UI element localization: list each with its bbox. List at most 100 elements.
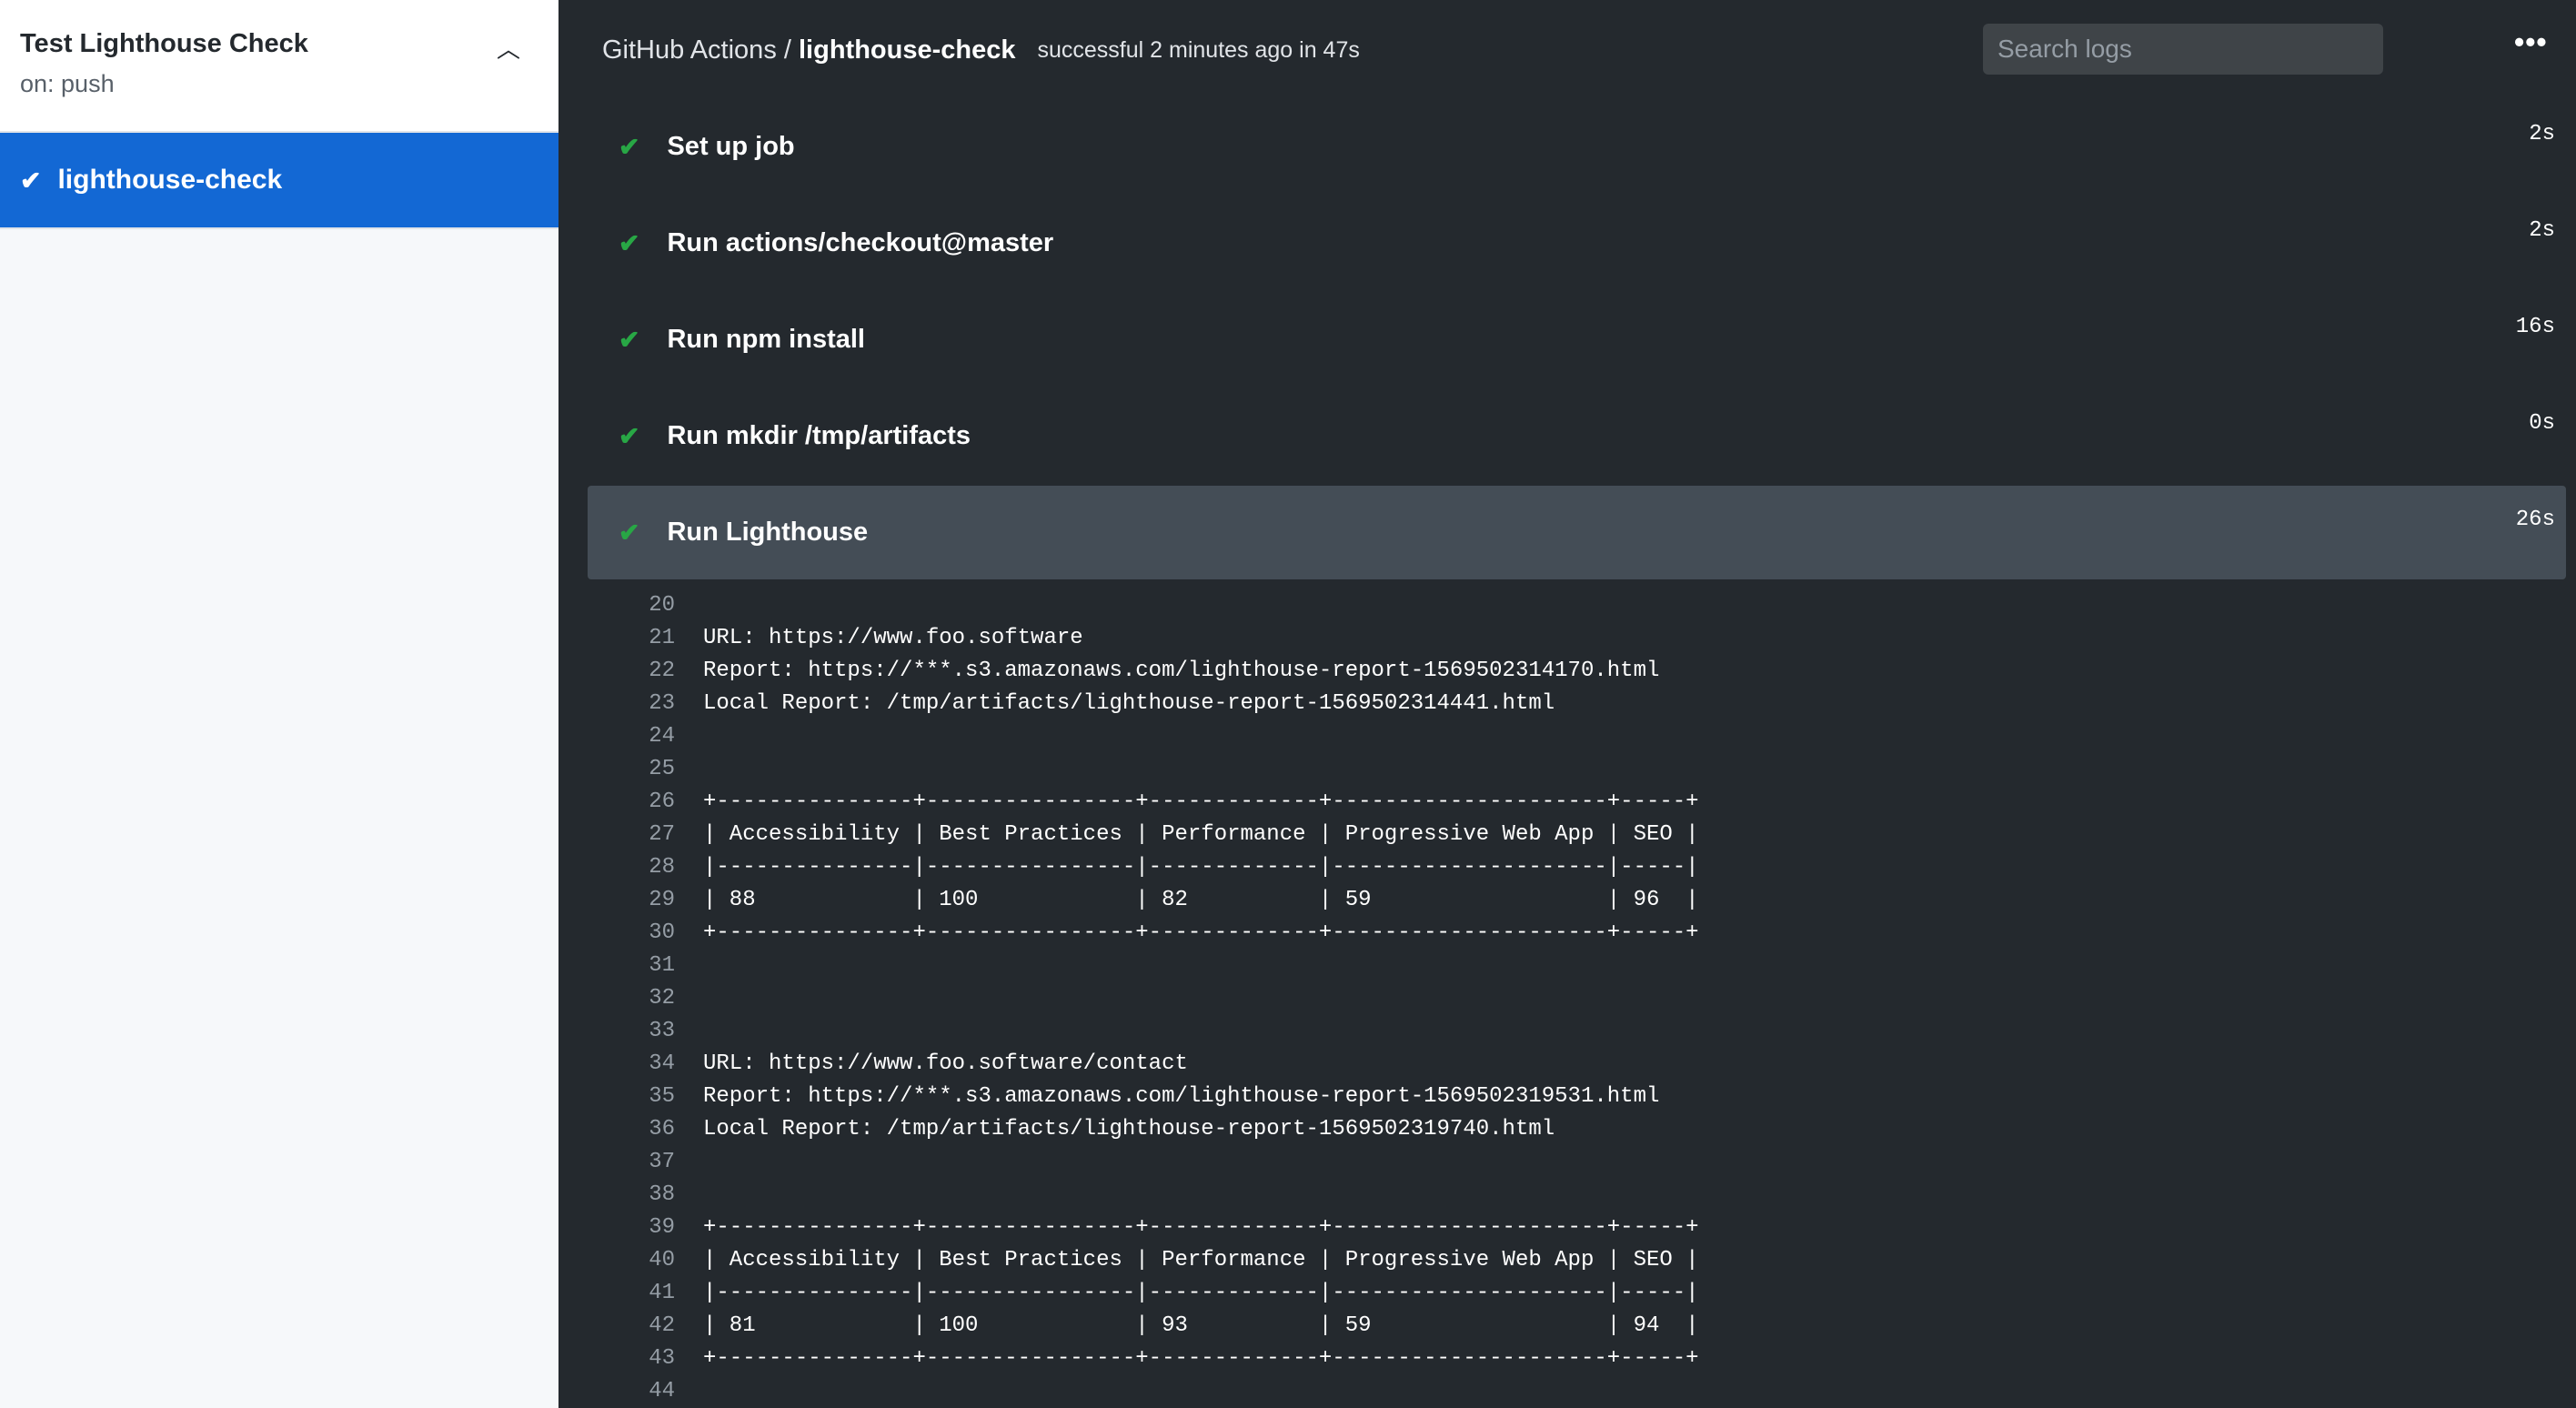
- log-panel: GitHub Actions / lighthouse-check succes…: [558, 0, 2576, 1408]
- step-label: Run Lighthouse: [667, 518, 869, 547]
- log-line: 37: [558, 1146, 1699, 1179]
- line-number[interactable]: 39: [558, 1212, 675, 1244]
- line-number[interactable]: 40: [558, 1244, 675, 1277]
- line-number[interactable]: 32: [558, 982, 675, 1015]
- line-text: +---------------+----------------+------…: [703, 1215, 1699, 1240]
- log-line: 38: [558, 1179, 1699, 1212]
- step-label: Set up job: [667, 132, 795, 161]
- log-line: 22 Report: https://***.s3.amazonaws.com/l…: [558, 655, 1699, 688]
- line-number[interactable]: 37: [558, 1146, 675, 1179]
- step-duration: 2s: [2529, 122, 2555, 146]
- line-number[interactable]: 24: [558, 720, 675, 753]
- line-text: | 88 | 100 | 82 | 59 | 96 |: [703, 888, 1699, 912]
- line-number[interactable]: 23: [558, 688, 675, 720]
- line-text: URL: https://www.foo.software: [703, 626, 1083, 650]
- log-output: 20 21 URL: https://www.foo.software 22 Repor…: [558, 589, 1699, 1408]
- line-text: Report: https://***.s3.amazonaws.com/lig…: [703, 659, 1660, 683]
- line-text: | Accessibility | Best Practices | Perfo…: [703, 822, 1699, 847]
- run-status: successful 2 minutes ago in 47s: [1037, 36, 1360, 63]
- line-text: +---------------+----------------+------…: [703, 1346, 1699, 1371]
- breadcrumb: GitHub Actions / lighthouse-check: [602, 35, 1016, 65]
- step-label: Run mkdir /tmp/artifacts: [667, 421, 971, 450]
- line-text: URL: https://www.foo.software/contact: [703, 1051, 1188, 1076]
- line-number[interactable]: 43: [558, 1343, 675, 1375]
- log-line: 27 | Accessibility | Best Practices | Per…: [558, 819, 1699, 851]
- log-line: 41 |---------------|----------------|----…: [558, 1277, 1699, 1310]
- step-row[interactable]: ✔ Run actions/checkout@master 2s: [588, 196, 2566, 290]
- log-line: 25: [558, 753, 1699, 786]
- log-line: 30 +---------------+----------------+----…: [558, 917, 1699, 950]
- line-number[interactable]: 33: [558, 1015, 675, 1048]
- check-icon: ✔: [619, 518, 640, 547]
- line-text: |---------------|----------------|------…: [703, 1281, 1699, 1305]
- line-number[interactable]: 30: [558, 917, 675, 950]
- log-line: 40 | Accessibility | Best Practices | Per…: [558, 1244, 1699, 1277]
- log-line: 21 URL: https://www.foo.software: [558, 622, 1699, 655]
- line-text: |---------------|----------------|------…: [703, 855, 1699, 880]
- step-row[interactable]: ✔ Run mkdir /tmp/artifacts 0s: [588, 389, 2566, 483]
- log-line: 42 | 81 | 100 | 93 | 59 | 94 |: [558, 1310, 1699, 1343]
- log-line: 32: [558, 982, 1699, 1015]
- log-line: 36 Local Report: /tmp/artifacts/lighthous…: [558, 1113, 1699, 1146]
- check-icon: ✔: [619, 133, 640, 161]
- line-number[interactable]: 41: [558, 1277, 675, 1310]
- log-line: 33: [558, 1015, 1699, 1048]
- step-duration: 16s: [2515, 315, 2555, 339]
- log-line: 20: [558, 589, 1699, 622]
- search-logs-input[interactable]: [1983, 24, 2383, 75]
- line-text: | 81 | 100 | 93 | 59 | 94 |: [703, 1313, 1699, 1338]
- line-number[interactable]: 22: [558, 655, 675, 688]
- line-number[interactable]: 35: [558, 1081, 675, 1113]
- log-line: 35 Report: https://***.s3.amazonaws.com/l…: [558, 1081, 1699, 1113]
- line-number[interactable]: 38: [558, 1179, 675, 1212]
- step-duration: 0s: [2529, 411, 2555, 436]
- line-text: | Accessibility | Best Practices | Perfo…: [703, 1248, 1699, 1272]
- line-number[interactable]: 36: [558, 1113, 675, 1146]
- workflow-trigger: on: push: [20, 70, 115, 97]
- check-icon: ✔: [619, 326, 640, 354]
- chevron-up-icon[interactable]: ︿: [497, 31, 520, 65]
- line-number[interactable]: 34: [558, 1048, 675, 1081]
- line-text: +---------------+----------------+------…: [703, 920, 1699, 945]
- line-text: Local Report: /tmp/artifacts/lighthouse-…: [703, 1117, 1555, 1141]
- log-line: 39 +---------------+----------------+----…: [558, 1212, 1699, 1244]
- line-text: Report: https://***.s3.amazonaws.com/lig…: [703, 1084, 1660, 1109]
- log-line: 28 |---------------|----------------|----…: [558, 851, 1699, 884]
- step-row[interactable]: ✔ Set up job 2s: [588, 100, 2566, 194]
- breadcrumb-job: lighthouse-check: [799, 35, 1016, 65]
- log-line: 29 | 88 | 100 | 82 | 59 | 96 |: [558, 884, 1699, 917]
- log-line: 34 URL: https://www.foo.software/contact: [558, 1048, 1699, 1081]
- line-number[interactable]: 25: [558, 753, 675, 786]
- log-line: 31: [558, 950, 1699, 982]
- step-row[interactable]: ✔ Run npm install 16s: [588, 293, 2566, 387]
- line-number[interactable]: 21: [558, 622, 675, 655]
- line-number[interactable]: 42: [558, 1310, 675, 1343]
- workflow-header[interactable]: Test Lighthouse Check on: push ︿: [0, 0, 558, 133]
- line-number[interactable]: 29: [558, 884, 675, 917]
- workflow-title: Test Lighthouse Check: [20, 29, 308, 58]
- step-row[interactable]: ✔ Run Lighthouse 26s: [588, 486, 2566, 579]
- more-options-icon[interactable]: •••: [2514, 25, 2548, 59]
- step-duration: 26s: [2515, 508, 2555, 532]
- breadcrumb-separator: /: [776, 35, 799, 65]
- log-line: 24: [558, 720, 1699, 753]
- sidebar-job-lighthouse-check[interactable]: ✔ lighthouse-check: [0, 133, 558, 229]
- job-label: lighthouse-check: [57, 165, 283, 195]
- check-icon: ✔: [619, 422, 640, 450]
- breadcrumb-org[interactable]: GitHub Actions: [602, 35, 777, 65]
- step-label: Run actions/checkout@master: [667, 228, 1054, 257]
- line-number[interactable]: 26: [558, 786, 675, 819]
- line-number[interactable]: 20: [558, 589, 675, 622]
- line-number[interactable]: 28: [558, 851, 675, 884]
- line-number[interactable]: 27: [558, 819, 675, 851]
- log-line: 26 +---------------+----------------+----…: [558, 786, 1699, 819]
- line-text: Local Report: /tmp/artifacts/lighthouse-…: [703, 691, 1555, 716]
- log-line: 23 Local Report: /tmp/artifacts/lighthous…: [558, 688, 1699, 720]
- sidebar: Test Lighthouse Check on: push ︿ ✔ light…: [0, 0, 558, 1408]
- check-icon: ✔: [20, 166, 42, 195]
- line-number[interactable]: 31: [558, 950, 675, 982]
- log-line: 43 +---------------+----------------+----…: [558, 1343, 1699, 1375]
- line-number[interactable]: 44: [558, 1375, 675, 1408]
- step-label: Run npm install: [667, 325, 865, 354]
- line-text: +---------------+----------------+------…: [703, 789, 1699, 814]
